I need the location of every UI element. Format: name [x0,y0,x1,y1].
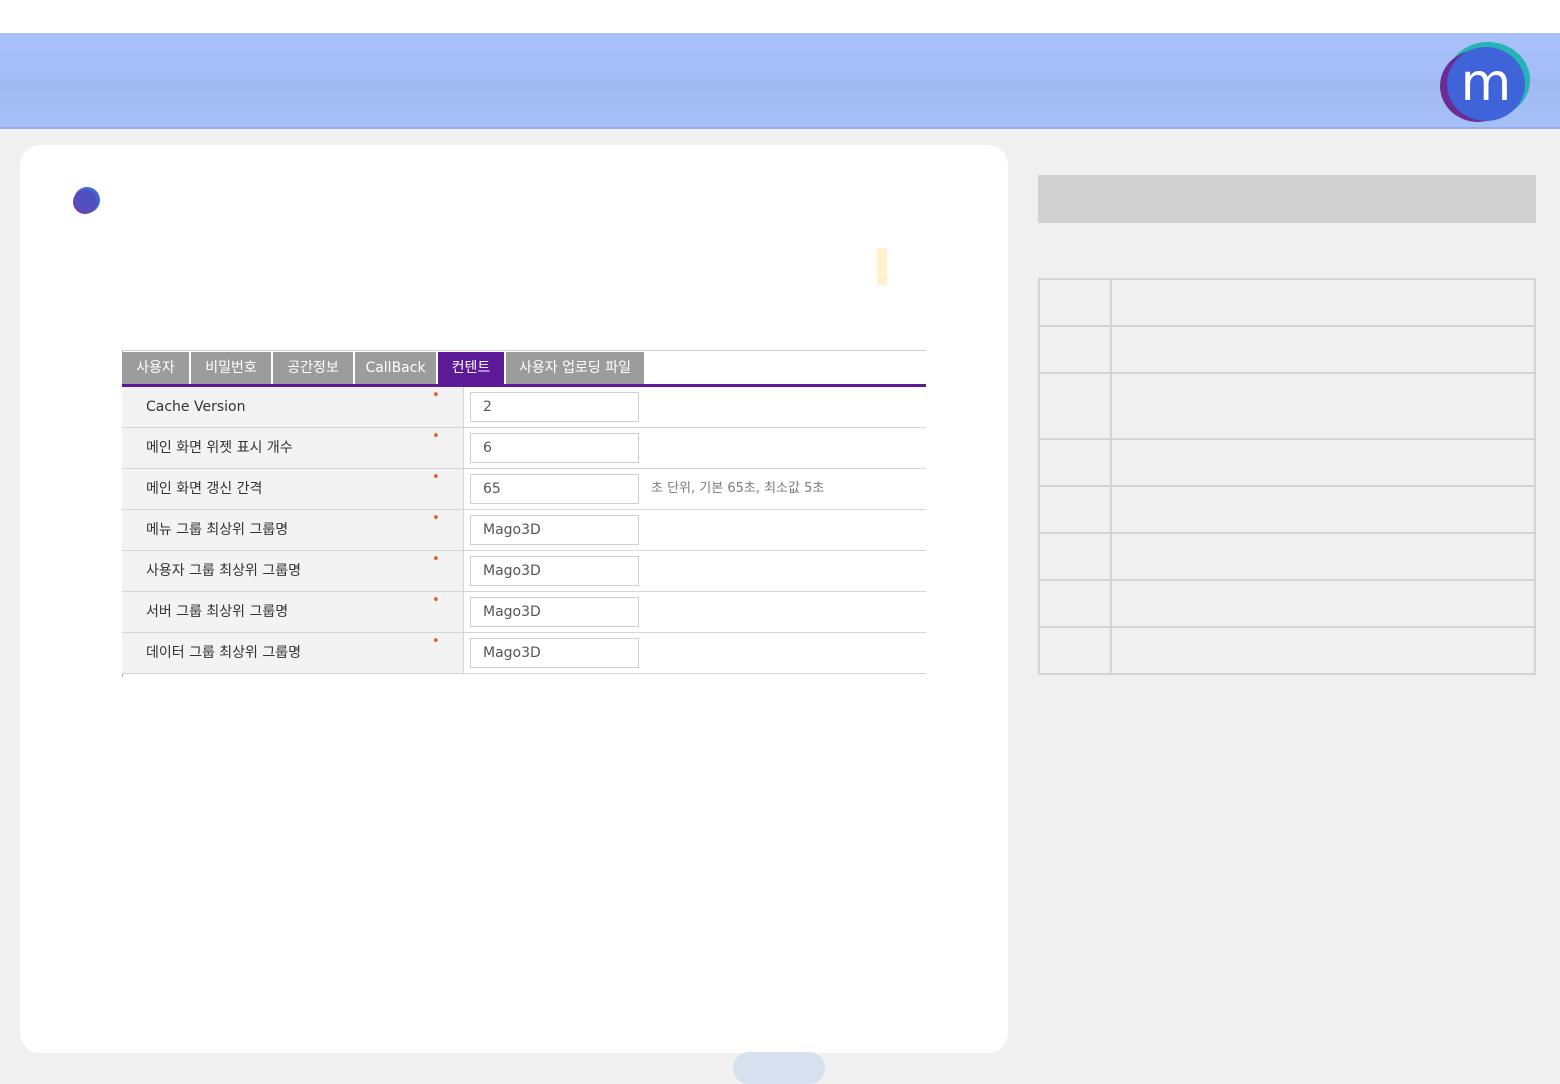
tab-content[interactable]: 컨텐트 [438,352,504,384]
field-label: 서버 그룹 최상위 그룹명 [122,592,464,632]
server-group-root-input[interactable] [470,597,639,627]
settings-panel: 사용자 비밀번호 공간정보 CallBack 컨텐트 사용자 업로딩 파일 Ca… [122,350,926,677]
field-label: Cache Version [122,387,464,427]
refresh-interval-input[interactable] [470,474,639,504]
side-table-cell [1040,581,1112,626]
page-indicator-pill[interactable] [733,1052,825,1084]
side-table-row [1040,374,1536,440]
main-card: 사용자 비밀번호 공간정보 CallBack 컨텐트 사용자 업로딩 파일 Ca… [20,145,1008,1053]
side-table-cell [1040,487,1112,532]
side-table-row [1040,628,1536,675]
side-table-cell [1112,534,1536,579]
form-row-data-group-root: 데이터 그룹 최상위 그룹명 • [122,633,926,674]
form-row-user-group-root: 사용자 그룹 최상위 그룹명 • [122,551,926,592]
side-table-cell [1112,374,1536,438]
side-table-cell [1112,280,1536,325]
required-mark: • [432,470,440,485]
field-label: 데이터 그룹 최상위 그룹명 [122,633,464,673]
side-table-cell [1040,628,1112,673]
side-table-row [1040,327,1536,374]
required-mark: • [432,429,440,444]
section-bullet-icon [73,187,100,214]
tab-password[interactable]: 비밀번호 [191,352,271,384]
svg-text:m: m [1461,53,1512,113]
top-strip [0,0,1560,33]
side-table-cell [1112,628,1536,673]
required-mark: • [432,511,440,526]
form-row-widget-count: 메인 화면 위젯 표시 개수 • [122,428,926,469]
header-bar [0,33,1560,129]
form-row-refresh-interval: 메인 화면 갱신 간격 • 초 단위, 기본 65초, 최소값 5초 [122,469,926,510]
side-table-cell [1040,440,1112,485]
tab-user-upload-file[interactable]: 사용자 업로딩 파일 [506,352,644,384]
side-table-cell [1112,327,1536,372]
side-table-row [1040,487,1536,534]
side-table-row [1040,581,1536,628]
field-label: 메인 화면 갱신 간격 [122,469,464,509]
tab-user[interactable]: 사용자 [122,352,189,384]
required-mark: • [432,388,440,403]
tab-callback[interactable]: CallBack [355,352,436,384]
form-row-menu-group-root: 메뉴 그룹 최상위 그룹명 • [122,510,926,551]
cache-version-input[interactable] [470,392,639,422]
side-table-row [1040,440,1536,487]
widget-count-input[interactable] [470,433,639,463]
field-label: 메인 화면 위젯 표시 개수 [122,428,464,468]
data-group-root-input[interactable] [470,638,639,668]
tab-spatial-info[interactable]: 공간정보 [273,352,353,384]
field-label: 사용자 그룹 최상위 그룹명 [122,551,464,591]
required-mark: • [432,634,440,649]
side-table-row [1040,534,1536,581]
menu-group-root-input[interactable] [470,515,639,545]
app-logo: m [1440,42,1530,122]
side-panel-header [1038,175,1536,223]
form-row-cache-version: Cache Version • [122,387,926,428]
highlight-marker [877,248,887,285]
side-table [1038,278,1536,675]
tab-bar: 사용자 비밀번호 공간정보 CallBack 컨텐트 사용자 업로딩 파일 [122,350,926,384]
side-table-cell [1040,280,1112,325]
side-table-cell [1112,440,1536,485]
required-mark: • [432,593,440,608]
field-label: 메뉴 그룹 최상위 그룹명 [122,510,464,550]
side-table-cell [1040,534,1112,579]
refresh-interval-hint: 초 단위, 기본 65초, 최소값 5초 [651,481,825,496]
side-table-cell [1112,581,1536,626]
side-table-row [1040,280,1536,327]
required-mark: • [432,552,440,567]
user-group-root-input[interactable] [470,556,639,586]
side-table-cell [1040,327,1112,372]
side-table-cell [1112,487,1536,532]
side-table-cell [1040,374,1112,438]
form-row-server-group-root: 서버 그룹 최상위 그룹명 • [122,592,926,633]
settings-form-table: Cache Version • 메인 화면 위젯 표시 개수 • 메인 화면 갱… [122,387,926,674]
